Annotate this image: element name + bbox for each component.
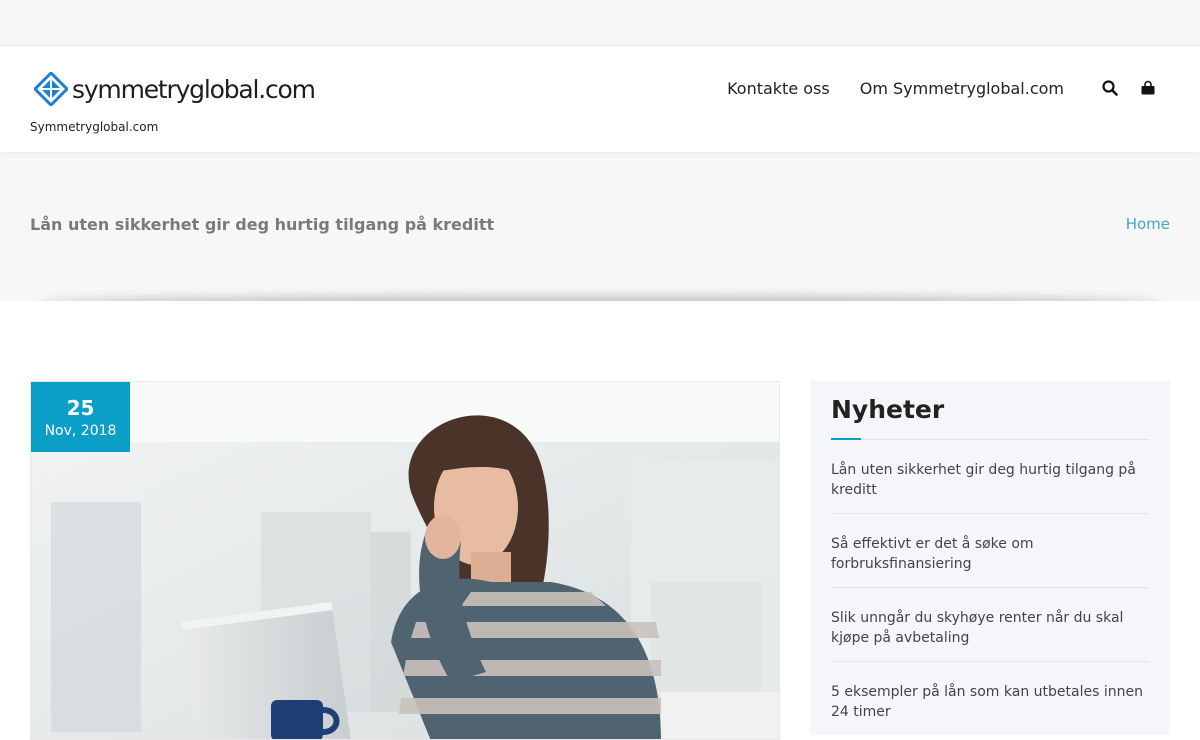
breadcrumb-home[interactable]: Home (1126, 215, 1170, 233)
top-bar (0, 0, 1200, 46)
shopping-bag-icon[interactable] (1138, 78, 1158, 98)
site-header: symmetryglobal.com Symmetryglobal.com Ko… (0, 46, 1200, 152)
post-date-month-year: Nov, 2018 (44, 423, 117, 439)
sidebar-news-widget: Nyheter Lån uten sikkerhet gir deg hurti… (810, 381, 1170, 735)
sidebar-title: Nyheter (831, 395, 945, 424)
news-link-1[interactable]: Lån uten sikkerhet gir deg hurtig tilgan… (831, 462, 1136, 498)
nav-link-om[interactable]: Om Symmetryglobal.com (860, 79, 1064, 98)
site-logo[interactable]: symmetryglobal.com (34, 72, 316, 106)
page-title: Lån uten sikkerhet gir deg hurtig tilgan… (30, 215, 495, 234)
news-link-2[interactable]: Så effektivt er det å søke om forbruksfi… (831, 536, 1034, 572)
list-item: Slik unngår du skyhøye renter når du ska… (831, 588, 1149, 662)
post-featured-image[interactable] (30, 381, 780, 740)
site-tagline: Symmetryglobal.com (30, 120, 159, 134)
page-title-banner: Lån uten sikkerhet gir deg hurtig tilgan… (0, 151, 1200, 301)
news-link-3[interactable]: Slik unngår du skyhøye renter når du ska… (831, 610, 1123, 646)
list-item: 5 eksempler på lån som kan utbetales inn… (831, 662, 1149, 735)
logo-diamond-icon (34, 72, 68, 106)
post-date-badge: 25 Nov, 2018 (31, 382, 130, 452)
nav-link-kontakt[interactable]: Kontakte oss (727, 79, 830, 98)
logo-text: symmetryglobal.com (72, 74, 316, 104)
list-item: Lån uten sikkerhet gir deg hurtig tilgan… (831, 440, 1149, 514)
sidebar-title-divider (831, 438, 1149, 440)
list-item: Så effektivt er det å søke om forbruksfi… (831, 514, 1149, 588)
search-icon[interactable] (1100, 78, 1120, 98)
news-list: Lån uten sikkerhet gir deg hurtig tilgan… (831, 440, 1149, 735)
post-date-day: 25 (66, 396, 95, 420)
main-nav: Kontakte oss Om Symmetryglobal.com (727, 46, 1200, 130)
news-link-4[interactable]: 5 eksempler på lån som kan utbetales inn… (831, 684, 1143, 720)
